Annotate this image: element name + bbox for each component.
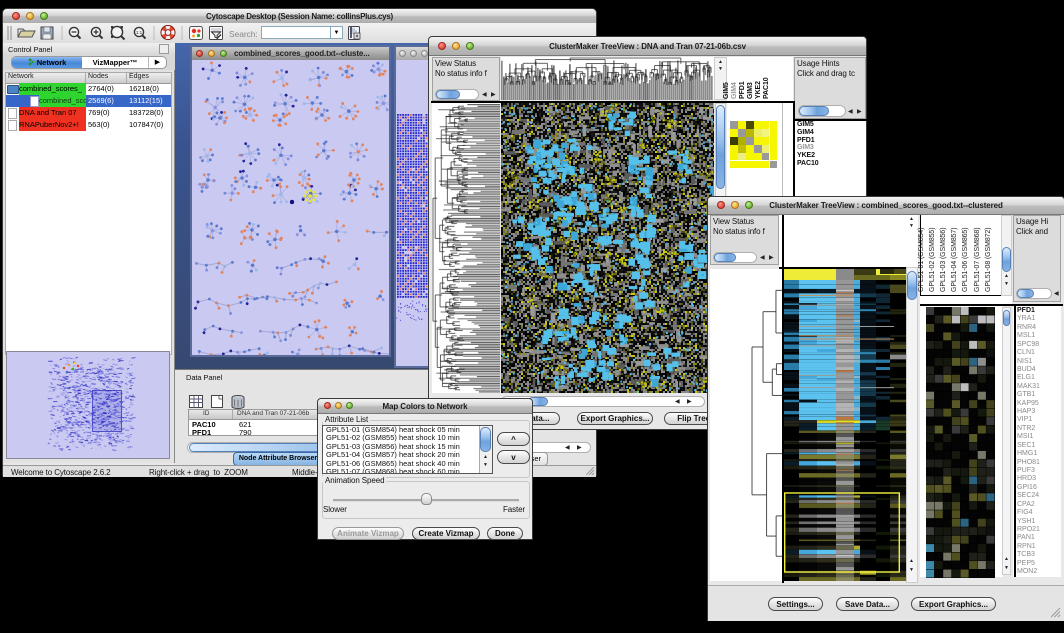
svg-text:1:1: 1:1 bbox=[136, 30, 143, 35]
